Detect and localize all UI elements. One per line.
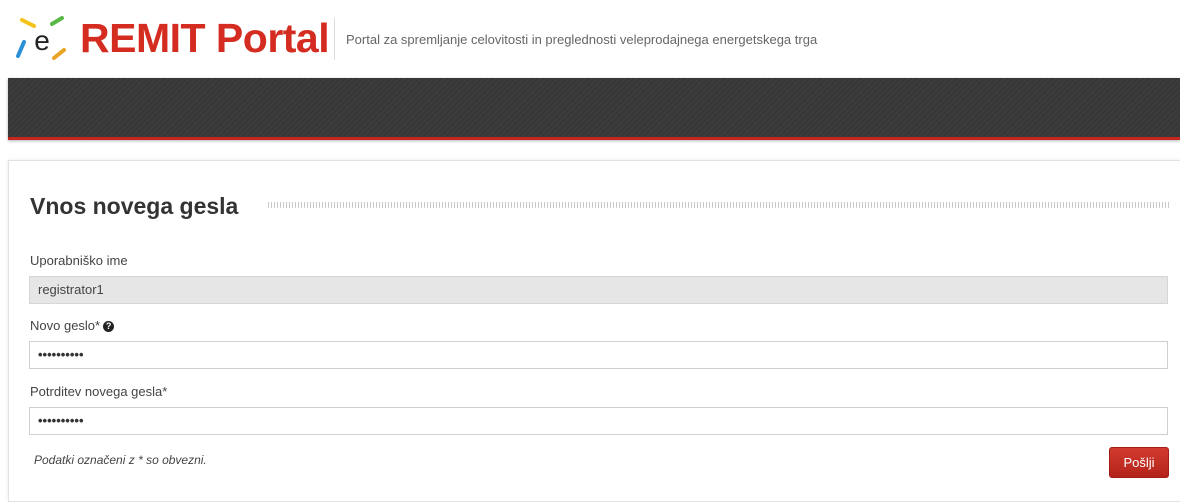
- site-header: e REMIT Portal Portal za spremljanje cel…: [0, 0, 1180, 78]
- confirm-password-field[interactable]: ••••••••••: [29, 407, 1168, 435]
- username-label: Uporabniško ime: [30, 253, 128, 268]
- confirm-password-value: ••••••••••: [38, 413, 84, 428]
- new-password-label-row: Novo geslo*?: [30, 318, 115, 333]
- brand-divider: [334, 18, 335, 60]
- title-decoration: [268, 202, 1170, 208]
- title-row: Vnos novega gesla: [30, 191, 1170, 221]
- username-value: registrator1: [38, 282, 104, 297]
- username-field: registrator1: [29, 276, 1168, 304]
- logo-letter: e: [34, 25, 50, 56]
- required-fields-note: Podatki označeni z * so obvezni.: [34, 453, 207, 467]
- remit-logo-icon[interactable]: e: [12, 12, 72, 64]
- new-password-field[interactable]: ••••••••••: [29, 341, 1168, 369]
- new-password-label: Novo geslo*: [30, 318, 101, 333]
- site-tagline: Portal za spremljanje celovitosti in pre…: [346, 32, 818, 47]
- main-navbar: [8, 78, 1180, 140]
- brand-title[interactable]: REMIT Portal: [80, 12, 330, 64]
- new-password-value: ••••••••••: [38, 347, 84, 362]
- password-form-panel: Vnos novega gesla Uporabniško ime regist…: [8, 160, 1180, 502]
- confirm-password-label: Potrditev novega gesla*: [30, 384, 168, 399]
- page-title: Vnos novega gesla: [30, 193, 239, 219]
- question-circle-icon[interactable]: ?: [103, 321, 115, 332]
- submit-button[interactable]: Pošlji: [1109, 447, 1169, 478]
